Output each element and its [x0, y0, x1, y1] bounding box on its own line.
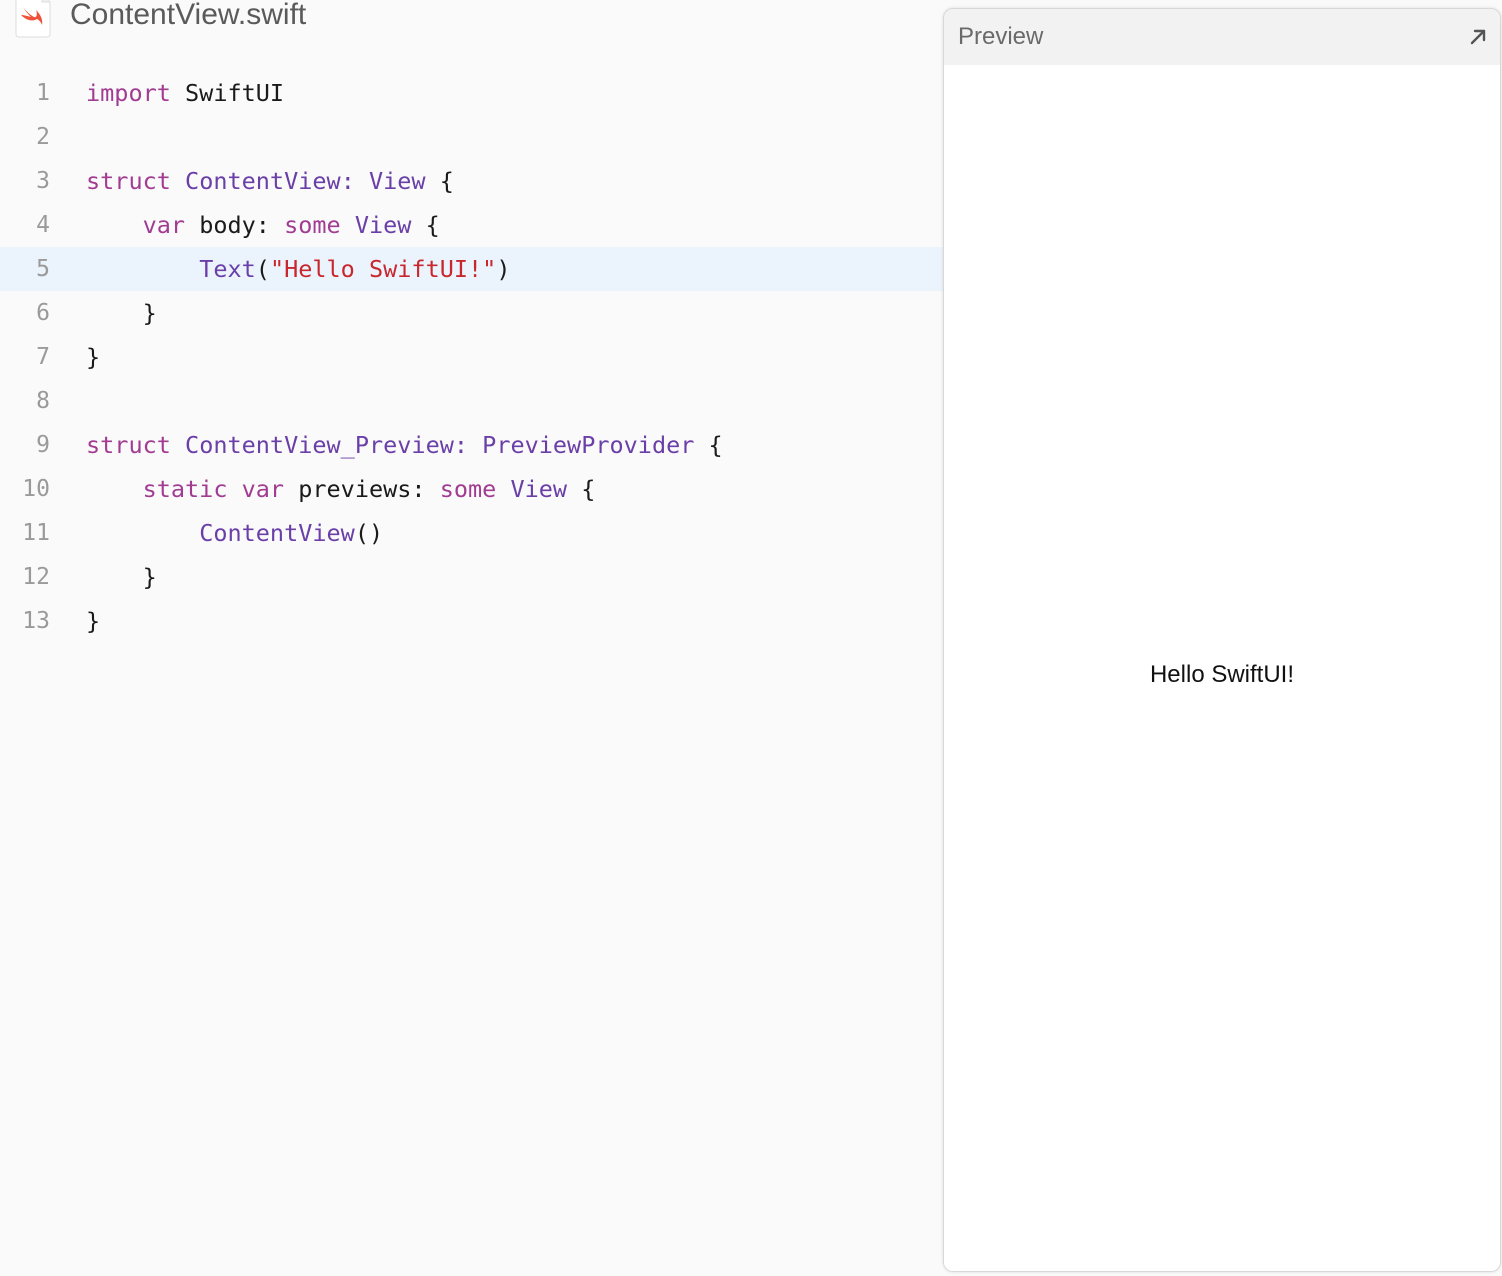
code-token-type: ContentView	[199, 519, 355, 547]
code-token-plain: (	[255, 255, 270, 283]
line-number: 1	[36, 80, 50, 106]
swift-file-icon	[14, 0, 52, 38]
code-token-type: View	[354, 211, 412, 239]
code-token-keyword: struct	[86, 431, 171, 459]
code-token-plain: )	[496, 255, 511, 283]
code-token-plain: }	[86, 343, 101, 371]
code-token-type: PreviewProvider	[482, 431, 695, 459]
line-number: 6	[36, 300, 50, 326]
code-token-plain: {	[567, 475, 596, 503]
code-line[interactable]: 4 var body: some View {	[0, 203, 943, 247]
code-line[interactable]: 7}	[0, 335, 943, 379]
code-line[interactable]: 6 }	[0, 291, 943, 335]
code-token-type: :	[453, 431, 483, 459]
code-line[interactable]: 9 struct ContentView_Preview: PreviewProv…	[0, 423, 943, 467]
line-number: 10	[22, 476, 50, 502]
code-token-plain: {	[425, 167, 454, 195]
code-token-plain: SwiftUI	[170, 79, 285, 107]
code-token-keyword: some	[284, 211, 341, 239]
line-number: 8	[36, 388, 50, 414]
file-name: ContentView.swift	[70, 0, 307, 31]
code-token-keyword: import	[86, 79, 171, 107]
code-token-keyword: some	[439, 475, 497, 503]
code-token-plain: {	[694, 431, 723, 459]
code-token-plain: ()	[354, 519, 384, 547]
code-line[interactable]: 5 Text("Hello SwiftUI!")	[0, 247, 943, 291]
code-line[interactable]: 1 import SwiftUI	[0, 71, 943, 115]
line-number: 12	[22, 564, 50, 590]
file-header: ContentView.swift	[0, 0, 900, 40]
line-code: }	[86, 555, 157, 599]
code-token-plain: }	[86, 607, 101, 635]
line-code: }	[86, 335, 100, 379]
swift-playground-page: ContentView.swift 1 import SwiftUI 2 3 struc…	[0, 0, 1502, 1276]
code-line[interactable]: 13}	[0, 599, 943, 643]
line-number: 13	[22, 608, 50, 634]
line-number: 5	[36, 256, 50, 282]
code-token-type: ContentView	[185, 167, 341, 195]
code-token-type: View	[510, 475, 568, 503]
code-line[interactable]: 11 ContentView()	[0, 511, 943, 555]
code-line[interactable]: 8	[0, 379, 943, 423]
line-code: struct ContentView_Preview: PreviewProvi…	[86, 423, 723, 467]
line-code: Text("Hello SwiftUI!")	[86, 247, 510, 291]
preview-title: Preview	[958, 23, 1044, 50]
code-token-plain: previews:	[284, 475, 440, 503]
code-token-keyword: struct	[86, 167, 171, 195]
code-token-plain: {	[411, 211, 440, 239]
code-editor[interactable]: 1 import SwiftUI 2 3 struct ContentView: Vie…	[0, 71, 943, 643]
line-number: 11	[22, 520, 50, 546]
code-token-plain: body:	[185, 211, 285, 239]
preview-header: Preview	[944, 9, 1500, 65]
code-line[interactable]: 2	[0, 115, 943, 159]
preview-canvas: Hello SwiftUI!	[944, 65, 1500, 1271]
code-token-type: View	[368, 167, 426, 195]
line-code: static var previews: some View {	[86, 467, 596, 511]
code-line[interactable]: 10 static var previews: some View {	[0, 467, 943, 511]
line-code: var body: some View {	[86, 203, 440, 247]
code-token-string: "Hello SwiftUI!"	[269, 255, 497, 283]
expand-icon[interactable]	[1464, 23, 1492, 51]
line-code: struct ContentView: View {	[86, 159, 454, 203]
code-token-keyword: var	[142, 211, 186, 239]
code-token-keyword: static	[142, 475, 228, 503]
code-line[interactable]: 3 struct ContentView: View {	[0, 159, 943, 203]
line-code: }	[86, 291, 157, 335]
line-number: 2	[36, 124, 50, 150]
line-number: 4	[36, 212, 50, 238]
code-token-type: Text	[199, 255, 256, 283]
code-token-plain: }	[86, 563, 157, 591]
line-number: 3	[36, 168, 50, 194]
code-token-type: :	[340, 167, 369, 195]
line-number: 7	[36, 344, 50, 370]
line-code: import SwiftUI	[86, 71, 284, 115]
code-token-type: ContentView_Preview	[185, 431, 454, 459]
code-line[interactable]: 12 }	[0, 555, 943, 599]
code-token-keyword: var	[241, 475, 285, 503]
preview-panel: Preview Hello SwiftUI!	[943, 8, 1501, 1272]
line-number: 9	[36, 432, 50, 458]
code-token-plain: }	[86, 299, 157, 327]
line-code: }	[86, 599, 100, 643]
line-code: ContentView()	[86, 511, 383, 555]
preview-rendered-text: Hello SwiftUI!	[1149, 661, 1295, 688]
